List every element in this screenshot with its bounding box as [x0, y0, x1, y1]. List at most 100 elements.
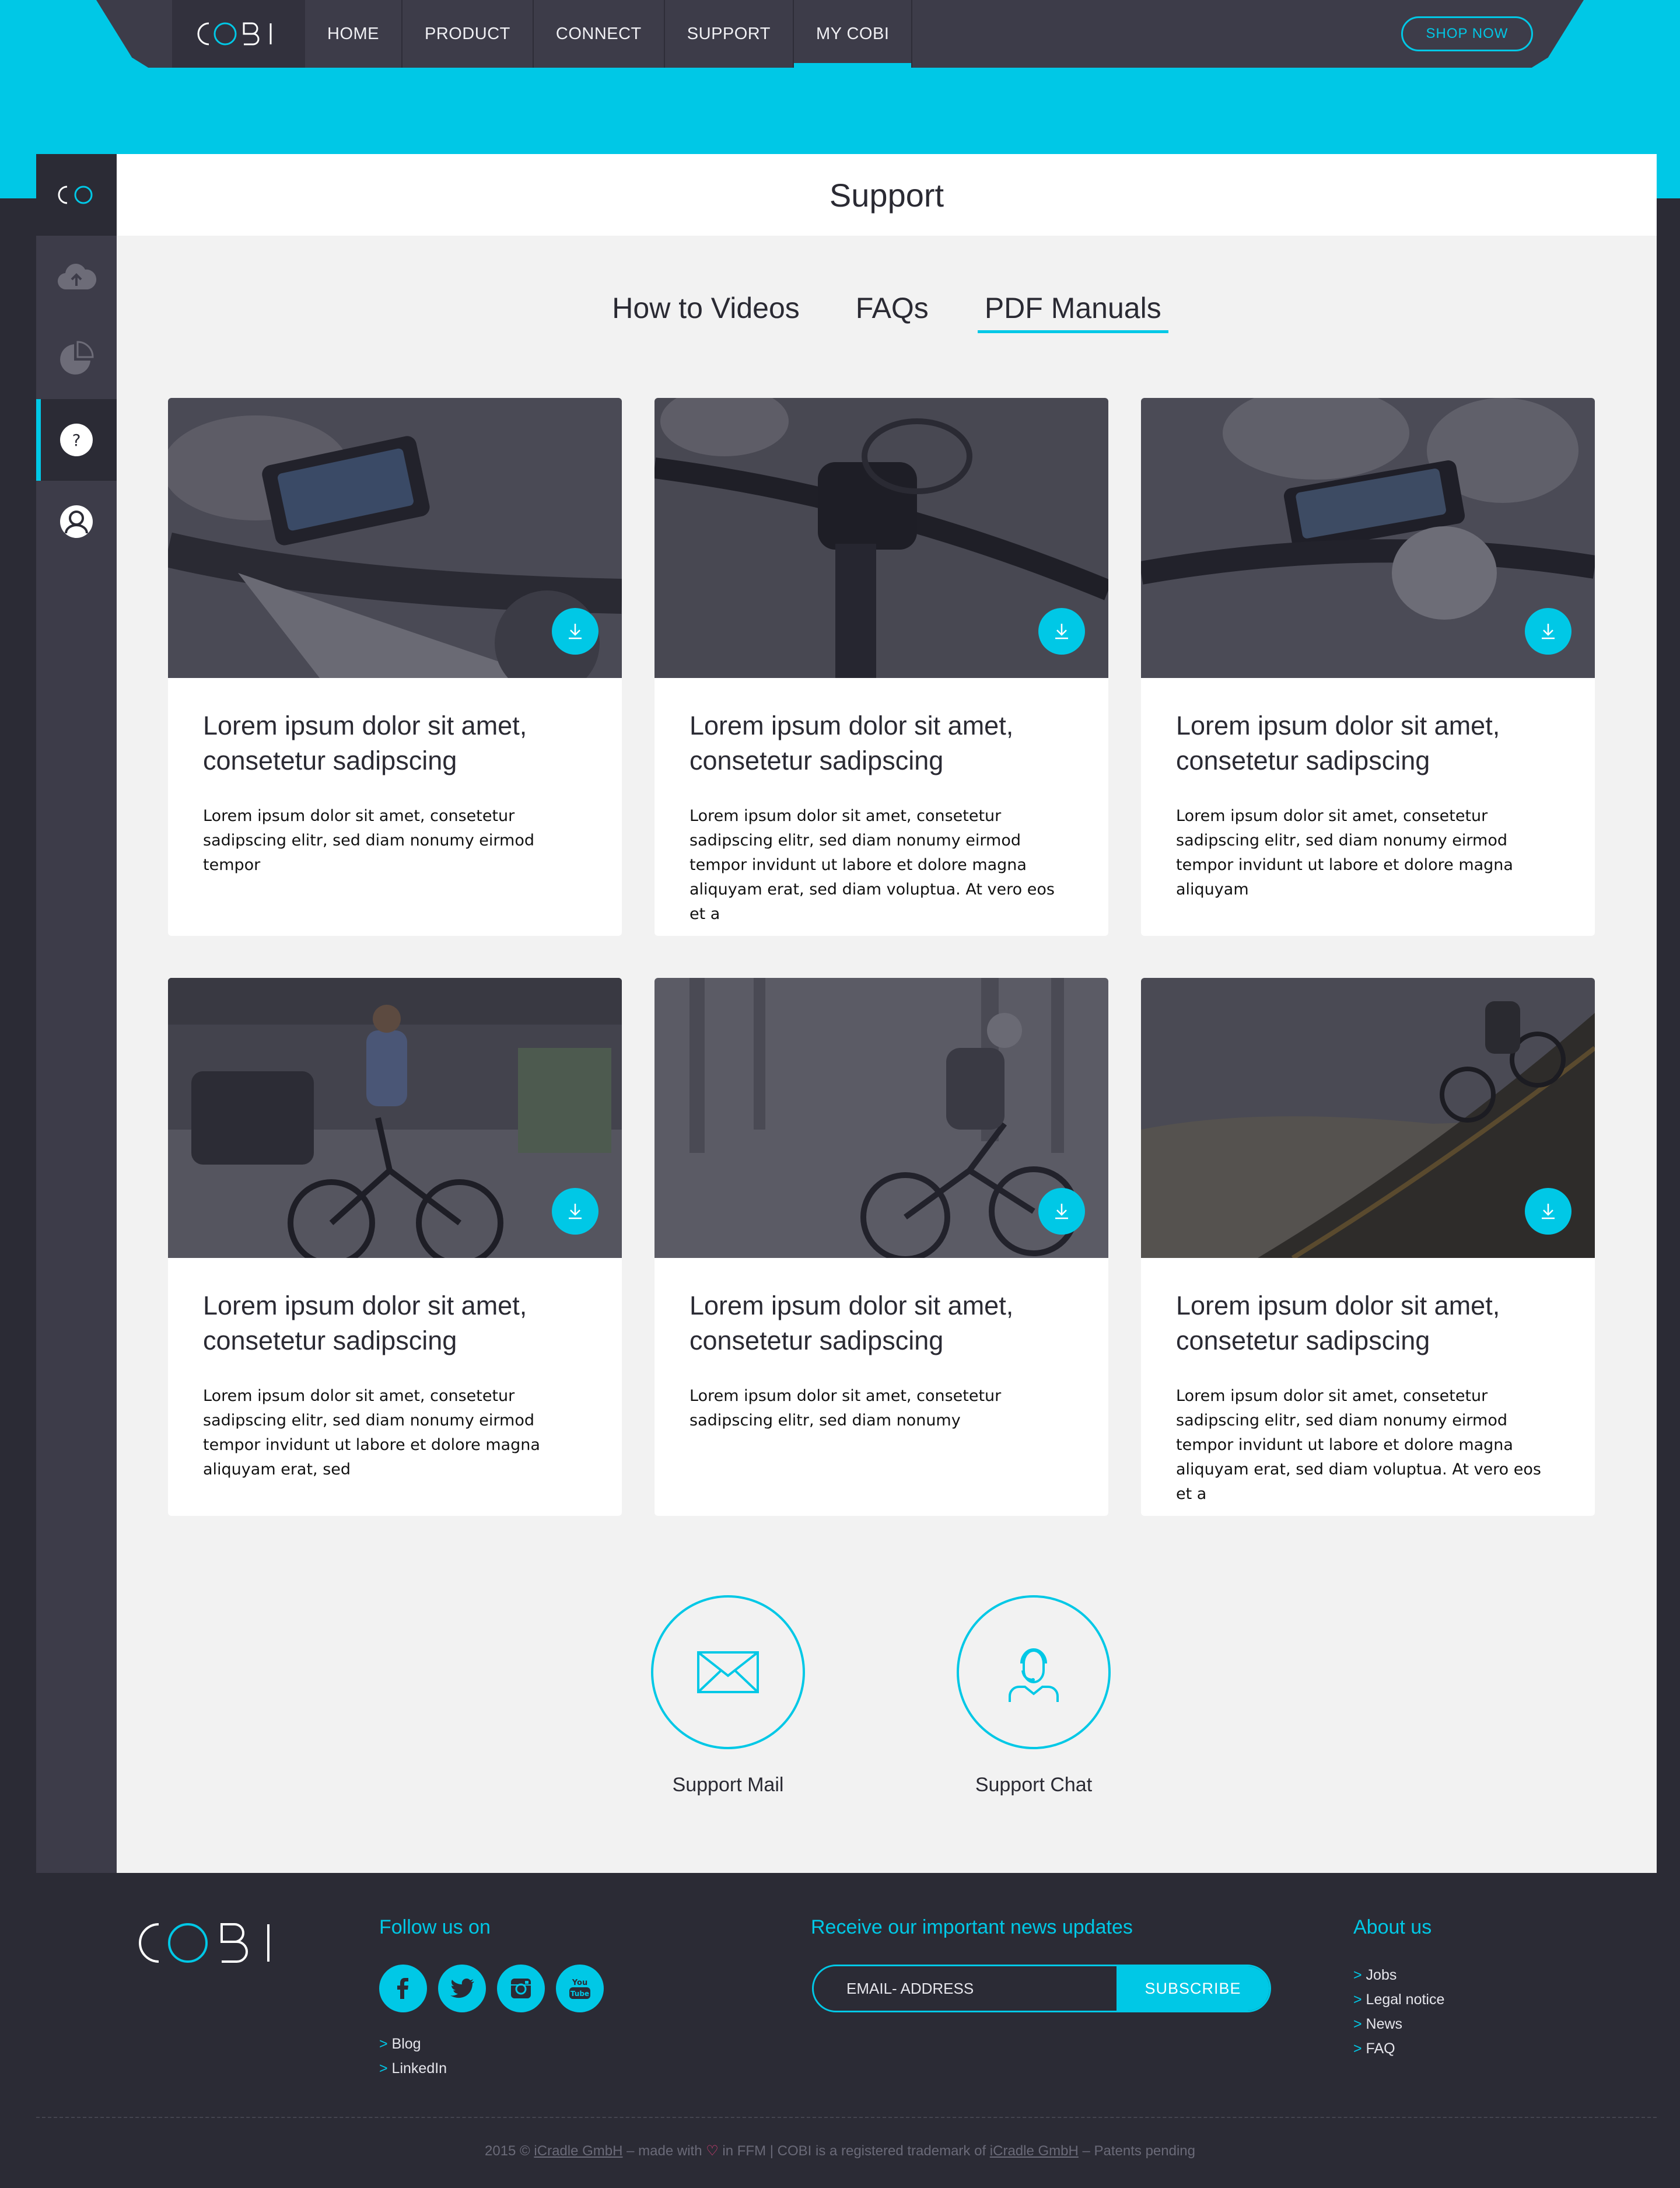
newsletter-form: SUBSCRIBE	[812, 1965, 1271, 2012]
footer-logo[interactable]	[135, 1920, 281, 1969]
card-body: Lorem ipsum dolor sit amet, consetetur s…	[654, 1258, 1108, 1433]
support-tabs: How to Videos FAQs PDF Manuals	[117, 291, 1657, 333]
sidebar-item-stats[interactable]	[36, 317, 117, 399]
cobi-logo-icon	[139, 1923, 270, 1963]
pie-chart-icon	[60, 341, 94, 375]
twitter-button[interactable]	[438, 1965, 486, 2012]
help-icon: ?	[60, 424, 93, 456]
youtube-button[interactable]: You Tube	[556, 1965, 604, 2012]
icradle-link[interactable]: iCradle GmbH	[534, 2143, 622, 2159]
card-title: Lorem ipsum dolor sit amet, consetetur s…	[203, 1291, 527, 1355]
linkedin-link[interactable]: LinkedIn	[379, 2056, 447, 2081]
download-button[interactable]	[552, 608, 598, 655]
sidebar-item-profile[interactable]	[36, 481, 117, 562]
card-text: Lorem ipsum dolor sit amet, consetetur s…	[203, 1387, 540, 1479]
card-text: Lorem ipsum dolor sit amet, consetetur s…	[1176, 807, 1513, 899]
email-input[interactable]	[814, 1966, 1116, 2011]
download-icon	[569, 1204, 582, 1219]
about-links: Jobs Legal notice News FAQ	[1353, 1963, 1445, 2061]
card-image	[168, 978, 622, 1258]
download-icon	[1055, 624, 1068, 639]
card-image	[168, 398, 622, 678]
card-body: Lorem ipsum dolor sit amet, consetetur s…	[168, 1258, 622, 1482]
user-icon	[60, 505, 93, 538]
instagram-button[interactable]	[497, 1965, 545, 2012]
headset-agent-icon	[1009, 1648, 1059, 1702]
sidebar-item-help[interactable]: ?	[36, 399, 117, 481]
download-button[interactable]	[1525, 1188, 1572, 1235]
manual-card[interactable]: Lorem ipsum dolor sit amet, consetetur s…	[654, 978, 1108, 1516]
card-body: Lorem ipsum dolor sit amet, consetetur s…	[168, 678, 622, 878]
youtube-icon: You Tube	[569, 1979, 590, 1999]
support-mail-link[interactable]: Support Mail	[640, 1595, 816, 1796]
manual-card[interactable]: Lorem ipsum dolor sit amet, consetetur s…	[168, 398, 622, 936]
cobi-mark-icon	[58, 186, 93, 204]
cobi-logo-icon	[197, 22, 272, 46]
download-icon	[1542, 624, 1555, 639]
top-navigation: HOME PRODUCT CONNECT SUPPORT MY COBI SHO…	[96, 0, 1584, 68]
facebook-button[interactable]	[379, 1965, 427, 2012]
copyright-text: in FFM | COBI is a registered trademark …	[722, 2143, 986, 2159]
card-text: Lorem ipsum dolor sit amet, consetetur s…	[1176, 1387, 1541, 1503]
copyright-text: – Patents pending	[1082, 2143, 1196, 2159]
manual-card[interactable]: Lorem ipsum dolor sit amet, consetetur s…	[168, 978, 622, 1516]
card-body: Lorem ipsum dolor sit amet, consetetur s…	[1141, 1258, 1595, 1507]
legal-notice-link[interactable]: Legal notice	[1353, 1987, 1445, 2012]
twitter-icon	[450, 1978, 474, 1998]
manual-card[interactable]: Lorem ipsum dolor sit amet, consetetur s…	[1141, 978, 1595, 1516]
card-body: Lorem ipsum dolor sit amet, consetetur s…	[1141, 678, 1595, 902]
card-title: Lorem ipsum dolor sit amet, consetetur s…	[690, 1291, 1014, 1355]
copyright-line: 2015 © iCradle GmbH – made with ♡ in FFM…	[0, 2142, 1680, 2159]
sidebar: ?	[36, 154, 117, 1873]
shop-now-button[interactable]: SHOP NOW	[1401, 16, 1533, 51]
card-title: Lorem ipsum dolor sit amet, consetetur s…	[690, 711, 1014, 775]
manual-card[interactable]: Lorem ipsum dolor sit amet, consetetur s…	[1141, 398, 1595, 936]
subscribe-button[interactable]: SUBSCRIBE	[1116, 1966, 1269, 2011]
nav-home[interactable]: HOME	[305, 0, 402, 68]
news-link[interactable]: News	[1353, 2012, 1444, 2036]
svg-text:You: You	[572, 1979, 587, 1987]
sidebar-logo[interactable]	[36, 154, 117, 236]
blog-link[interactable]: Blog	[379, 2032, 447, 2056]
card-text: Lorem ipsum dolor sit amet, consetetur s…	[690, 807, 1055, 923]
support-chat-button[interactable]	[957, 1595, 1111, 1749]
nav-product[interactable]: PRODUCT	[402, 0, 534, 68]
sidebar-item-upload[interactable]	[36, 236, 117, 317]
main-panel: Support How to Videos FAQs PDF Manuals L…	[117, 154, 1657, 1873]
facebook-icon	[397, 1978, 408, 1999]
jobs-link[interactable]: Jobs	[1353, 1963, 1444, 1987]
nav-connect[interactable]: CONNECT	[534, 0, 665, 68]
card-text: Lorem ipsum dolor sit amet, consetetur s…	[690, 1387, 1002, 1429]
download-button[interactable]	[1525, 608, 1572, 655]
download-button[interactable]	[1038, 1188, 1085, 1235]
card-body: Lorem ipsum dolor sit amet, consetetur s…	[654, 678, 1108, 927]
tab-pdf-manuals[interactable]: PDF Manuals	[977, 291, 1168, 333]
download-icon	[1542, 1204, 1555, 1219]
copyright-text: – made with	[626, 2143, 702, 2159]
cobi-logo[interactable]	[172, 0, 305, 68]
download-button[interactable]	[1038, 608, 1085, 655]
download-button[interactable]	[552, 1188, 598, 1235]
download-icon	[569, 624, 582, 639]
newsletter-heading: Receive our important news updates	[811, 1916, 1133, 1938]
support-chat-label: Support Chat	[975, 1774, 1093, 1796]
nav-my-cobi[interactable]: MY COBI	[793, 0, 913, 68]
footer-content: Follow us on You Tube Blog LinkedIn Recei…	[36, 1873, 1657, 2118]
social-links: You Tube	[379, 1965, 604, 2012]
tab-how-to-videos[interactable]: How to Videos	[605, 291, 806, 333]
card-image	[654, 978, 1108, 1258]
support-chat-link[interactable]: Support Chat	[946, 1595, 1121, 1796]
envelope-icon	[697, 1651, 759, 1693]
about-heading: About us	[1353, 1916, 1432, 1938]
nav-support[interactable]: SUPPORT	[665, 0, 794, 68]
tab-faqs[interactable]: FAQs	[849, 291, 936, 333]
icradle-trademark-link[interactable]: iCradle GmbH	[990, 2143, 1079, 2159]
card-title: Lorem ipsum dolor sit amet, consetetur s…	[1176, 711, 1500, 775]
manual-card[interactable]: Lorem ipsum dolor sit amet, consetetur s…	[654, 398, 1108, 936]
page-header: Support	[117, 154, 1657, 236]
card-image	[1141, 398, 1595, 678]
faq-link[interactable]: FAQ	[1353, 2036, 1444, 2061]
support-mail-button[interactable]	[651, 1595, 805, 1749]
manuals-grid: Lorem ipsum dolor sit amet, consetetur s…	[168, 398, 1596, 1516]
follow-heading: Follow us on	[379, 1916, 491, 1938]
